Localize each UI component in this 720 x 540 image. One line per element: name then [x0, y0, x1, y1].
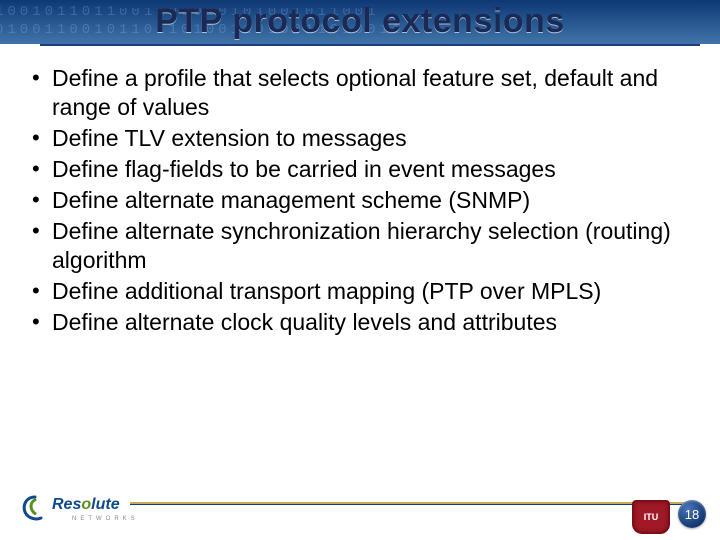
logo-text-part: lute — [91, 496, 119, 513]
list-item: Define flag-fields to be carried in even… — [28, 155, 686, 184]
logo-text-accent: o — [81, 496, 91, 513]
list-item: Define alternate clock quality levels an… — [28, 308, 686, 337]
page-number-value: 18 — [685, 507, 699, 522]
logo-text-part: Res — [52, 496, 81, 513]
itu-badge: ITU — [632, 500, 666, 530]
footer-rule — [130, 502, 696, 505]
list-item: Define alternate synchronization hierarc… — [28, 217, 686, 275]
bullet-list: Define a profile that selects optional f… — [28, 64, 686, 337]
shield-icon: ITU — [632, 500, 670, 534]
list-item: Define a profile that selects optional f… — [28, 64, 686, 122]
footer: Resolute NETWORKS ITU 18 — [0, 484, 720, 540]
page-title: PTP protocol extensions — [0, 2, 720, 41]
list-item: Define additional transport mapping (PTP… — [28, 277, 686, 306]
logo-subtext: NETWORKS — [72, 516, 139, 522]
swirl-icon — [20, 494, 50, 524]
page-number: 18 — [678, 500, 706, 528]
logo-text: Resolute — [52, 496, 120, 514]
list-item: Define TLV extension to messages — [28, 124, 686, 153]
list-item: Define alternate management scheme (SNMP… — [28, 186, 686, 215]
itu-label: ITU — [644, 512, 659, 522]
slide-body: Define a profile that selects optional f… — [28, 64, 686, 339]
company-logo: Resolute NETWORKS — [20, 494, 130, 530]
header-rule — [40, 44, 700, 46]
